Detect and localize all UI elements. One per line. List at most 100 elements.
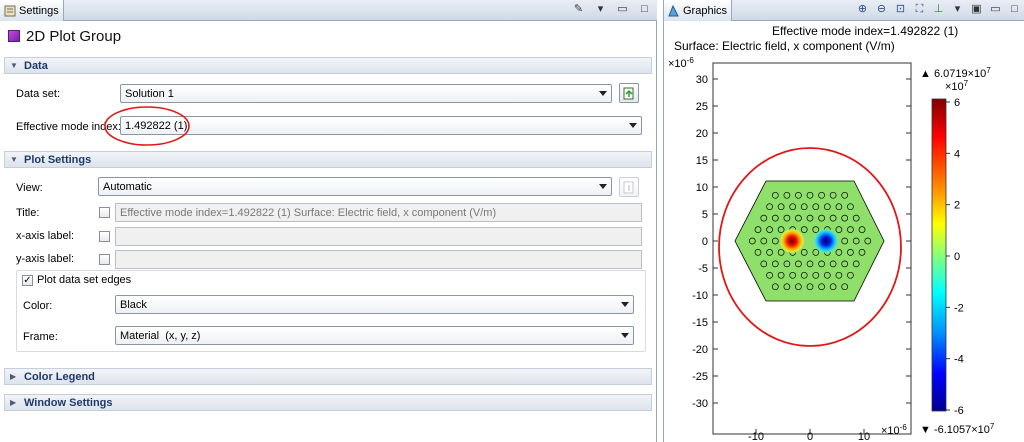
y-axis-label-field[interactable] [115, 250, 642, 269]
chevron-down-icon[interactable]: ▾ [951, 3, 964, 16]
x-tick-label: -10 [748, 431, 764, 442]
color-legend-title: Color Legend [24, 370, 95, 383]
color-legend-section-header[interactable]: ▶ Color Legend [4, 368, 652, 385]
colorbar-tick-label: -6 [954, 405, 964, 417]
colorbar-tick-label: -2 [954, 302, 964, 314]
hexagonal-domain [734, 180, 885, 302]
y-axis-label-checkbox[interactable] [99, 254, 110, 265]
field-min-lobe [813, 228, 839, 254]
view-menu-icon[interactable]: ▾ [594, 3, 607, 16]
color-select[interactable]: Black [115, 295, 634, 314]
plot-settings-section-header[interactable]: ▼ Plot Settings [4, 151, 652, 168]
red-annotation-ellipse-mode-index [104, 106, 190, 146]
graphics-tab-bar: Graphics ⊕ ⊖ ⊡ ⛶ ⊥ ▾ ▣ ▭ □ [664, 0, 1024, 21]
chevron-down-icon [621, 302, 629, 307]
settings-window: Settings ✎ ▾ ▭ □ 2D Plot Group ▼ Data Da… [0, 0, 657, 442]
title-field-value: Effective mode index=1.492822 (1) Surfac… [120, 206, 497, 219]
view-value: Automatic [103, 180, 152, 193]
title-field[interactable]: Effective mode index=1.492822 (1) Surfac… [115, 203, 642, 222]
y-tick-label: -15 [692, 317, 708, 329]
window-settings-section-header[interactable]: ▶ Window Settings [4, 394, 652, 411]
y-tick-label: -20 [692, 344, 708, 356]
colorbar [931, 98, 947, 412]
axis-orientation-icon[interactable]: ⊥ [932, 3, 945, 16]
field-max-lobe [779, 228, 805, 254]
title-checkbox[interactable] [99, 207, 110, 218]
expand-triangle-icon: ▶ [10, 372, 17, 381]
x-exponent-label: ×10-6 [881, 423, 907, 437]
chevron-down-icon [599, 91, 607, 96]
x-axis-label-label: x-axis label: [16, 230, 75, 242]
colorbar-tick-label: 6 [954, 97, 960, 109]
camera-icon[interactable]: ▣ [970, 3, 983, 16]
page-title: 2D Plot Group [26, 27, 122, 45]
y-tick-label: 25 [696, 101, 708, 113]
y-axis-label-label: y-axis label: [16, 253, 75, 265]
dataset-label: Data set: [16, 88, 61, 100]
colorbar-tick-label: -4 [954, 354, 964, 366]
zoom-box-icon[interactable]: ⊡ [894, 3, 907, 16]
collapse-triangle-icon: ▼ [10, 61, 18, 70]
plot-title-line1: Effective mode index=1.492822 (1) [772, 24, 958, 38]
view-add-button[interactable] [619, 177, 639, 197]
data-section-header[interactable]: ▼ Data [4, 57, 652, 74]
settings-icon [4, 5, 16, 16]
colorbar-tick-label: 4 [954, 148, 960, 160]
dataset-add-button[interactable] [619, 83, 639, 103]
dataset-value: Solution 1 [125, 87, 174, 100]
plot-canvas[interactable]: Effective mode index=1.492822 (1) Surfac… [664, 21, 1024, 442]
frame-value: Material (x, y, z) [120, 329, 201, 342]
maximize-icon[interactable]: □ [638, 3, 651, 16]
settings-tab-label: Settings [19, 4, 59, 17]
x-axis-label-checkbox[interactable] [99, 231, 110, 242]
y-tick-label: 10 [696, 182, 708, 194]
title-label: Title: [16, 207, 40, 219]
minimize-icon[interactable]: ▭ [989, 3, 1002, 16]
y-tick-label: 20 [696, 128, 708, 140]
zoom-out-icon[interactable]: ⊖ [875, 3, 888, 16]
add-view-icon [623, 181, 634, 193]
chevron-down-icon [629, 123, 637, 128]
colorbar-ticks: 6 4 2 0 -2 -4 -6 [946, 97, 964, 417]
colorbar-tick-label: 0 [954, 251, 960, 263]
y-tick-label: 30 [696, 74, 708, 86]
zoom-extents-icon[interactable]: ⛶ [913, 3, 926, 16]
view-select[interactable]: Automatic [98, 177, 612, 196]
graphics-icon [668, 4, 679, 16]
colorbar-scale-label: ×107 [945, 79, 969, 93]
zoom-in-icon[interactable]: ⊕ [856, 3, 869, 16]
colorbar-tick-label: 2 [954, 200, 960, 212]
graphics-tab-label: Graphics [683, 4, 728, 17]
plot-settings-title: Plot Settings [24, 153, 92, 166]
edges-checkbox[interactable]: ✓ [22, 275, 33, 286]
dataset-select[interactable]: Solution 1 [120, 84, 612, 103]
graphics-window: Graphics ⊕ ⊖ ⊡ ⛶ ⊥ ▾ ▣ ▭ □ Effective mod… [663, 0, 1024, 442]
settings-tab-bar: Settings ✎ ▾ ▭ □ [0, 0, 657, 21]
y-tick-label: 15 [696, 155, 708, 167]
page-title-row: 2D Plot Group [8, 25, 121, 47]
x-axis-label-field[interactable] [115, 227, 642, 246]
color-value: Black [120, 298, 147, 311]
frame-label: Frame: [23, 331, 58, 343]
collapse-triangle-icon: ▼ [10, 155, 18, 164]
plot-title-line2: Surface: Electric field, x component (V/… [674, 39, 895, 53]
y-tick-label: -25 [692, 371, 708, 383]
mode-index-select[interactable]: 1.492822 (1) [120, 116, 642, 135]
y-tick-label: -5 [698, 263, 708, 275]
chevron-down-icon [599, 184, 607, 189]
chevron-down-icon [621, 333, 629, 338]
settings-tab[interactable]: Settings [0, 0, 64, 21]
y-exponent-label: ×10-6 [668, 56, 694, 70]
edit-icon[interactable]: ✎ [572, 3, 585, 16]
view-label: View: [16, 182, 43, 194]
graphics-tab[interactable]: Graphics [664, 0, 732, 21]
color-label: Color: [23, 300, 53, 312]
frame-select[interactable]: Material (x, y, z) [115, 326, 634, 345]
maximize-icon[interactable]: □ [1008, 3, 1021, 16]
y-tick-label: 5 [702, 209, 708, 221]
edges-checkbox-label: Plot data set edges [37, 274, 132, 286]
minimize-icon[interactable]: ▭ [616, 3, 629, 16]
add-dataset-icon [623, 87, 634, 99]
colorbar-max-label: ▲ 6.0719×107 [920, 66, 991, 80]
y-tick-label: -10 [692, 290, 708, 302]
